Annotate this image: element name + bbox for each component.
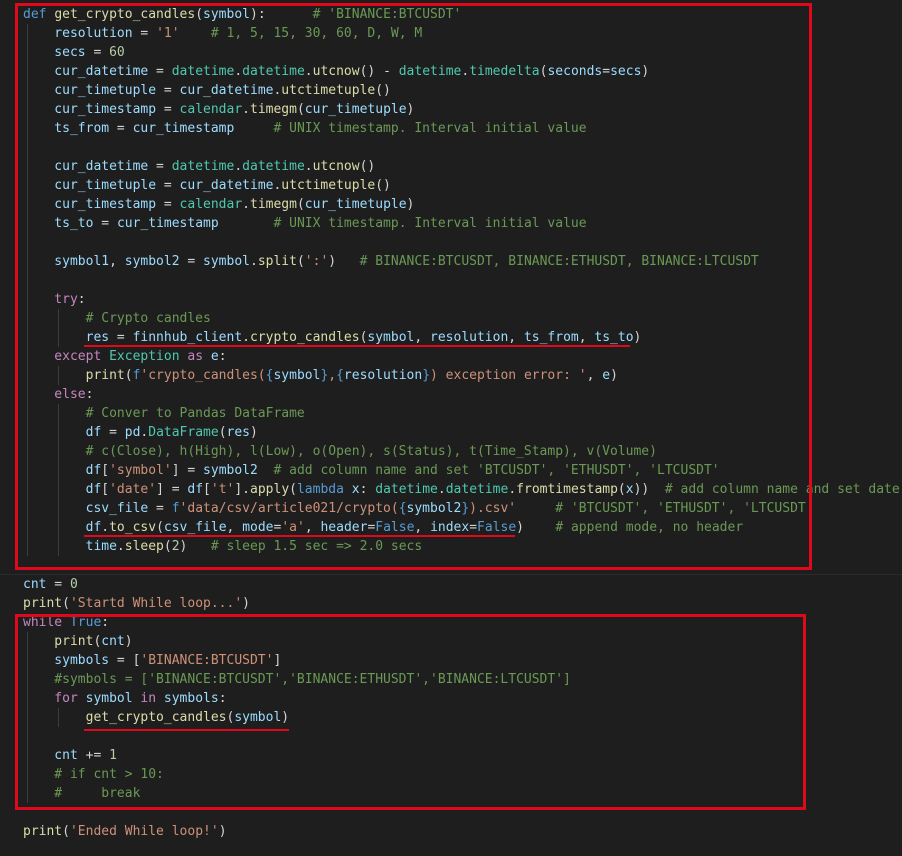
code-cell-loop[interactable]: cnt = 0 print('Startd While loop...') whil… — [0, 574, 902, 856]
code-token: ( — [62, 596, 70, 611]
underline-function-call — [84, 729, 289, 731]
code-token: ) — [218, 824, 227, 839]
code-line[interactable]: cnt = 0 — [23, 575, 78, 594]
code-token: = — [46, 577, 70, 592]
underline-crypto-candles-call — [84, 345, 630, 347]
code-token: cnt — [23, 577, 47, 592]
code-token: 0 — [69, 577, 78, 592]
code-token: ) — [242, 596, 250, 611]
code-line[interactable]: print('Ended While loop!') — [23, 822, 227, 841]
code-token: 'Ended While loop!' — [69, 824, 219, 839]
highlight-box-loop — [15, 614, 806, 810]
code-token: print — [23, 596, 63, 611]
code-token: 'Startd While loop...' — [69, 596, 243, 611]
code-token: print — [23, 824, 63, 839]
code-line[interactable]: print('Startd While loop...') — [23, 594, 250, 613]
underline-to-csv-call — [84, 535, 515, 537]
highlight-box-function — [15, 3, 812, 570]
code-cell-function[interactable]: def get_crypto_candles(symbol): # 'BINAN… — [0, 0, 902, 574]
code-token: ( — [62, 824, 70, 839]
